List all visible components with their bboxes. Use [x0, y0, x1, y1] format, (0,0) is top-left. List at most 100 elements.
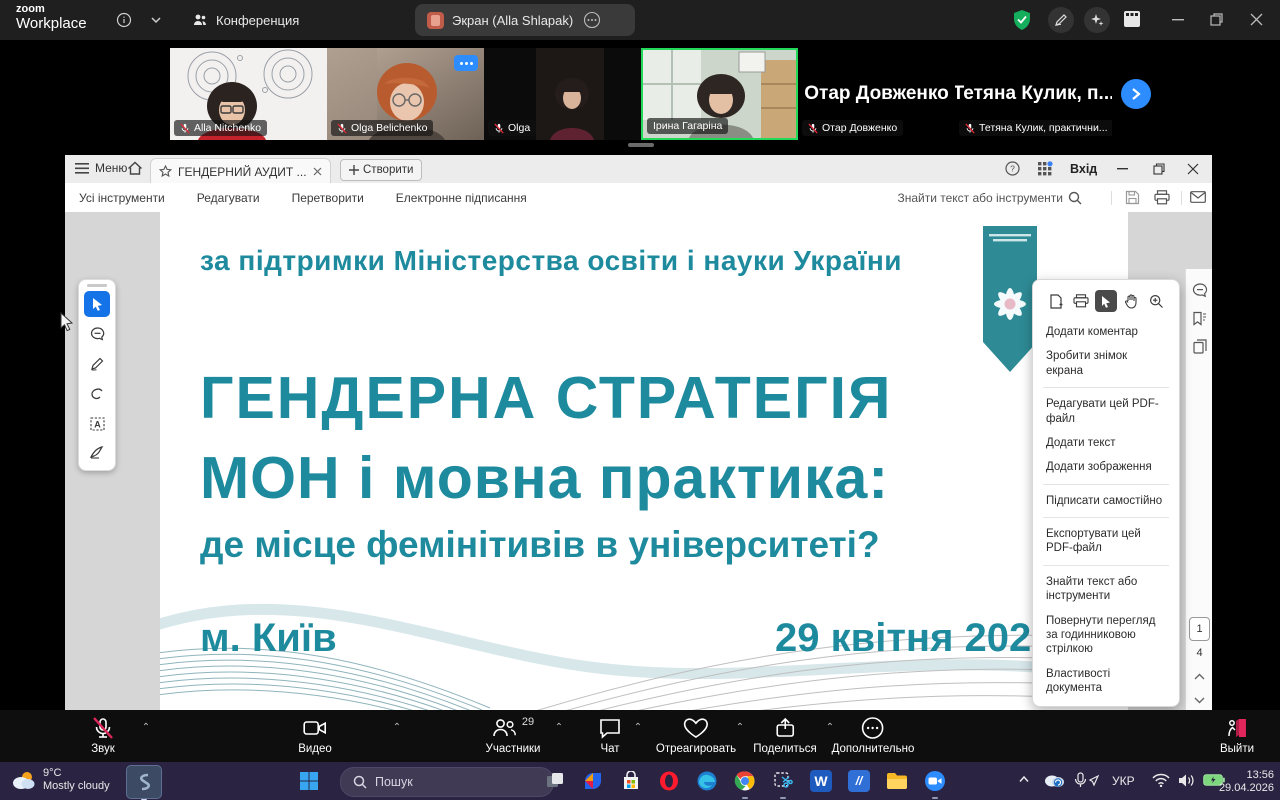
wifi-tray-icon[interactable] — [1152, 773, 1170, 787]
blue-slash-app-icon[interactable]: // — [844, 766, 874, 796]
bookmarks-panel-icon[interactable] — [1186, 311, 1212, 326]
print-icon[interactable] — [1070, 290, 1092, 312]
next-participants-button[interactable] — [1121, 79, 1151, 109]
star-icon[interactable] — [159, 165, 172, 178]
copilot-app-icon[interactable] — [578, 766, 608, 796]
acrobat-restore-icon[interactable] — [1153, 163, 1165, 175]
current-page-input[interactable]: 1 — [1189, 617, 1210, 641]
context-menu-item[interactable]: Повернути перегляд за годинниковою стріл… — [1033, 609, 1179, 662]
onedrive-tray-icon[interactable] — [1043, 772, 1065, 788]
zoom-in-icon[interactable] — [1145, 290, 1167, 312]
annotate-pencil-icon[interactable] — [1048, 7, 1074, 33]
mic-location-tray-icons[interactable] — [1074, 772, 1100, 790]
chat-control[interactable]: Чат — [598, 716, 622, 755]
hand-tool-icon[interactable] — [1120, 290, 1142, 312]
participants-control[interactable]: 29 Участники — [486, 716, 541, 755]
snipping-tool-icon[interactable] — [768, 766, 798, 796]
context-menu-item[interactable]: Додати текст — [1033, 431, 1179, 455]
taskbar-search[interactable]: Пошук — [340, 767, 554, 797]
tab-screen-share[interactable]: Экран (Alla Shlapak) — [415, 4, 635, 36]
video-tile-alla-nitchenko[interactable]: Alla Nitchenko — [170, 48, 327, 140]
select-tool-icon[interactable] — [1095, 290, 1117, 312]
participants-options-chevron[interactable]: ⌃ — [555, 722, 563, 733]
active-app-button[interactable] — [126, 765, 162, 799]
word-app-icon[interactable]: W — [806, 766, 836, 796]
video-tile-tetyana-kulyk[interactable]: Тетяна Кулик, п... Тетяна Кулик, практич… — [955, 48, 1112, 140]
task-view-button[interactable] — [540, 766, 570, 796]
video-tile-otar-dovzhenko[interactable]: Отар Довженко Отар Довженко — [798, 48, 955, 140]
context-menu-item[interactable]: Підписати самостійно — [1033, 489, 1179, 513]
context-menu-item[interactable]: Експортувати цей PDF-файл — [1033, 522, 1179, 561]
context-menu-item[interactable]: Додати коментар — [1033, 320, 1179, 344]
video-tile-iryna-gagarina[interactable]: Ірина Гагаріна — [641, 48, 798, 140]
chevron-down-icon[interactable] — [150, 16, 162, 24]
chat-options-chevron[interactable]: ⌃ — [634, 722, 642, 733]
audio-options-chevron[interactable]: ⌃ — [142, 722, 150, 733]
menu-edit[interactable]: Редагувати — [197, 191, 260, 205]
info-icon[interactable] — [116, 12, 132, 28]
print-icon[interactable] — [1154, 190, 1170, 205]
video-control[interactable]: Видео — [298, 716, 332, 755]
menu-all-tools[interactable]: Усі інструменти — [79, 191, 165, 205]
comment-tool-button[interactable] — [84, 321, 110, 347]
tab-options-icon[interactable] — [583, 11, 601, 29]
tile-more-button[interactable] — [454, 55, 478, 71]
close-window-icon[interactable] — [1250, 13, 1263, 26]
ai-companion-icon[interactable] — [1084, 7, 1110, 33]
tab-meeting[interactable]: Конференция — [180, 4, 311, 36]
menu-esign[interactable]: Електронне підписання — [396, 191, 527, 205]
create-button[interactable]: Створити — [340, 159, 422, 181]
next-page-icon[interactable] — [1186, 697, 1212, 704]
react-options-chevron[interactable]: ⌃ — [736, 722, 744, 733]
apps-grid-icon[interactable] — [1037, 161, 1053, 177]
apps-icon[interactable] — [1122, 9, 1142, 29]
microsoft-store-icon[interactable] — [616, 766, 646, 796]
context-menu-item[interactable]: Знайти текст або інструменти — [1033, 570, 1179, 609]
context-menu-item[interactable]: Редагувати цей PDF-файл — [1033, 392, 1179, 431]
language-indicator[interactable]: УКР — [1112, 774, 1135, 788]
email-icon[interactable] — [1190, 191, 1206, 203]
acrobat-minimize-icon[interactable] — [1117, 168, 1128, 170]
video-tile-olga-belichenko[interactable]: Olga Belichenko — [327, 48, 484, 140]
volume-tray-icon[interactable] — [1178, 773, 1196, 788]
comments-panel-icon[interactable] — [1186, 283, 1212, 298]
document-tab[interactable]: ГЕНДЕРНИЙ АУДИТ ... — [150, 158, 331, 184]
pages-panel-icon[interactable] — [1186, 339, 1212, 354]
opera-app-icon[interactable] — [654, 766, 684, 796]
context-menu-item[interactable]: Зробити знімок екрана — [1033, 344, 1179, 383]
edge-app-icon[interactable] — [692, 766, 722, 796]
previous-page-icon[interactable] — [1186, 673, 1212, 680]
video-tile-olga[interactable]: Olga — [484, 48, 641, 140]
find-tools-search[interactable]: Знайти текст або інструменти — [897, 183, 1082, 212]
start-button[interactable] — [294, 766, 324, 796]
more-control[interactable]: Дополнительно — [832, 716, 915, 755]
context-menu-item[interactable]: Додати зображення — [1033, 455, 1179, 479]
restore-window-icon[interactable] — [1210, 13, 1223, 26]
clock-widget[interactable]: 13:56 29.04.2026 — [1219, 769, 1274, 795]
select-tool-button[interactable] — [84, 291, 110, 317]
export-page-icon[interactable] — [1045, 290, 1067, 312]
acrobat-close-icon[interactable] — [1187, 163, 1199, 175]
zoom-app-icon[interactable] — [920, 766, 950, 796]
strip-resize-handle[interactable] — [628, 143, 654, 147]
sign-in-button[interactable]: Вхід — [1070, 162, 1097, 176]
file-explorer-icon[interactable] — [882, 766, 912, 796]
close-tab-icon[interactable] — [313, 167, 322, 176]
video-options-chevron[interactable]: ⌃ — [393, 722, 401, 733]
leave-control[interactable]: Выйти — [1220, 716, 1254, 755]
draw-tool-button[interactable] — [84, 381, 110, 407]
audio-control[interactable]: Звук — [91, 716, 115, 755]
weather-widget[interactable]: 9°C Mostly cloudy — [10, 767, 110, 793]
react-control[interactable]: Отреагировать — [656, 716, 736, 755]
minimize-window-icon[interactable] — [1172, 18, 1184, 21]
help-icon[interactable]: ? — [1005, 161, 1020, 176]
fill-sign-tool-button[interactable] — [84, 439, 110, 465]
share-control[interactable]: Поделиться — [753, 716, 817, 755]
save-icon[interactable] — [1125, 190, 1140, 205]
context-menu-item[interactable]: Властивості документа — [1033, 662, 1179, 701]
panel-drag-handle[interactable] — [87, 284, 107, 287]
home-icon[interactable] — [127, 161, 143, 176]
text-box-tool-button[interactable]: A — [84, 411, 110, 437]
chrome-app-icon[interactable] — [730, 766, 760, 796]
highlight-tool-button[interactable] — [84, 351, 110, 377]
